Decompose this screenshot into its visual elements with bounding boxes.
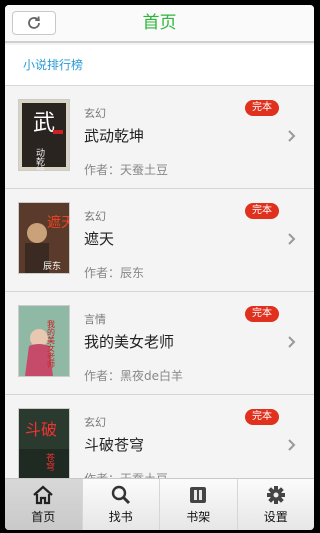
book-cover: 我的美女老师 (19, 306, 69, 376)
book-item[interactable]: 斗破 苍穹 玄幻 斗破苍穹 作者：天蚕土豆 完本 (5, 398, 314, 478)
cover-title-text: 我的美女老师 (47, 319, 56, 369)
status-badge: 完本 (245, 409, 279, 425)
cover-title-text: 斗破 (25, 420, 57, 439)
search-icon (111, 485, 130, 505)
tab-search[interactable]: 找书 (83, 479, 160, 530)
cover-sub-text: 苍穹 (44, 452, 55, 472)
cover-sub-text: 辰东 (43, 260, 61, 272)
tab-bookshelf[interactable]: 书架 (160, 479, 238, 530)
book-item[interactable]: 武 动乾坤 玄幻 武动乾坤 作者：天蚕土豆 完本 (5, 89, 314, 189)
tab-home-label: 首页 (31, 510, 56, 524)
ranking-title[interactable]: 小说排行榜 (23, 45, 83, 85)
app-screen: 首页 小说排行榜 武 动乾坤 玄幻 武动乾坤 作者：天蚕土豆 完本 遮天 辰东 … (5, 5, 314, 530)
home-icon (33, 485, 53, 505)
book-genre: 玄幻 (84, 416, 106, 429)
book-author: 作者：天蚕土豆 (84, 163, 169, 177)
cover-title-text: 遮天 (47, 215, 69, 231)
chevron-right-icon (288, 130, 296, 142)
book-author: 作者：黑夜de白羊 (84, 369, 184, 383)
book-cover: 遮天 辰东 (19, 203, 69, 273)
chevron-right-icon (288, 233, 296, 245)
cover-title-text: 武 (33, 111, 55, 136)
book-item[interactable]: 遮天 辰东 玄幻 遮天 作者：辰东 完本 (5, 192, 314, 292)
book-title: 遮天 (84, 230, 115, 248)
gear-icon (266, 486, 285, 504)
refresh-icon (28, 16, 40, 29)
book-author: 作者：天蚕土豆 (84, 470, 168, 478)
book-cover: 武 动乾坤 (19, 100, 69, 170)
book-title: 武动乾坤 (84, 127, 145, 145)
book-title: 我的美女老师 (84, 333, 175, 351)
chevron-right-icon (288, 336, 296, 348)
status-badge: 完本 (245, 306, 279, 322)
book-cover: 斗破 苍穹 (19, 409, 69, 478)
ranking-header: 小说排行榜 (5, 45, 314, 86)
cover-sub-text: 动乾坤 (34, 148, 45, 170)
tab-settings-label: 设置 (263, 510, 288, 524)
book-genre: 言情 (84, 313, 106, 326)
book-genre: 玄幻 (84, 210, 106, 223)
tab-search-label: 找书 (108, 510, 133, 524)
book-title: 斗破苍穹 (84, 436, 145, 454)
bookshelf-icon (190, 487, 207, 503)
book-item[interactable]: 我的美女老师 言情 我的美女老师 作者：黑夜de白羊 完本 (5, 295, 314, 395)
status-badge: 完本 (245, 100, 279, 116)
top-bar: 首页 (5, 5, 314, 43)
status-badge: 完本 (245, 203, 279, 219)
tab-settings[interactable]: 设置 (238, 479, 315, 530)
tab-home[interactable]: 首页 (5, 479, 83, 530)
bottom-tab-bar: 首页 找书 书架 设置 (5, 478, 314, 530)
book-author: 作者：辰东 (84, 266, 145, 280)
book-list: 武 动乾坤 玄幻 武动乾坤 作者：天蚕土豆 完本 遮天 辰东 玄幻 遮天 作者：… (5, 89, 314, 478)
refresh-button[interactable] (12, 11, 56, 35)
book-genre: 玄幻 (84, 107, 106, 120)
tab-bookshelf-label: 书架 (186, 510, 211, 524)
chevron-right-icon (288, 439, 296, 451)
